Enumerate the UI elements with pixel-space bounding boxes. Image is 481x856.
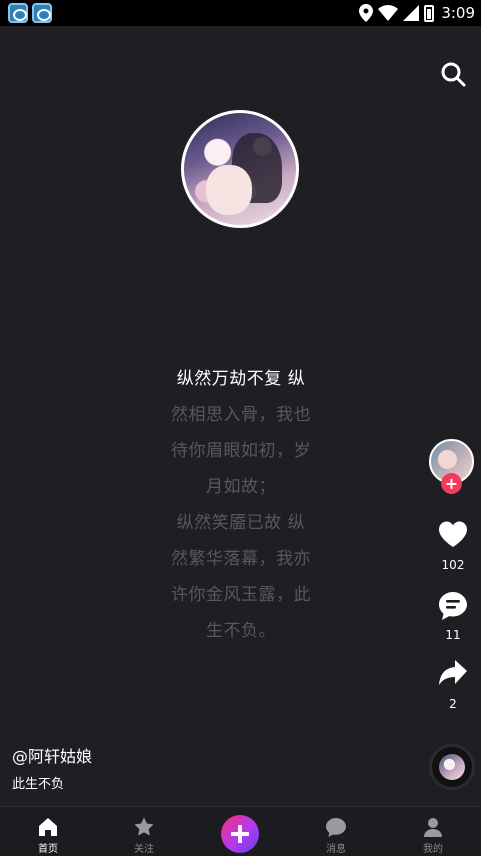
nav-follow[interactable]: 关注 [96, 807, 192, 856]
star-icon [134, 817, 154, 836]
nav-messages[interactable]: 消息 [288, 807, 384, 856]
lyric-line: 月如故； [206, 477, 276, 497]
lyric-line: 然繁华落幕，我亦 [171, 549, 311, 569]
lyric-line: 纵然笑靥已故 纵 [176, 513, 306, 533]
lyrics-panel: 纵然万劫不复 纵 然相思入骨，我也 待你眉眼如初，岁 月如故； 纵然笑靥已故 纵… [160, 361, 322, 649]
profile-icon [424, 818, 442, 837]
post-description: 此生不负 [12, 777, 65, 792]
nav-home[interactable]: 首页 [0, 807, 96, 856]
comment-count: 11 [445, 628, 461, 642]
nav-follow-label: 关注 [134, 844, 154, 855]
like-heart-icon[interactable] [437, 518, 469, 550]
like-count: 102 [441, 558, 465, 572]
comment-icon[interactable] [437, 590, 469, 622]
nav-messages-label: 消息 [326, 844, 346, 855]
nav-me[interactable]: 我的 [385, 807, 481, 856]
lyric-line: 然相思入骨，我也 [171, 405, 311, 425]
location-icon [359, 4, 374, 22]
create-plus-button[interactable] [221, 815, 259, 853]
lyric-line-current: 纵然万劫不复 纵 [176, 369, 306, 389]
share-count: 2 [449, 697, 457, 711]
search-icon[interactable] [440, 61, 466, 87]
follow-plus-button[interactable]: + [441, 473, 462, 494]
nav-me-label: 我的 [423, 844, 443, 855]
lyric-line: 待你眉眼如初，岁 [171, 441, 311, 461]
message-bubble-icon [326, 818, 346, 837]
signal-icon [403, 5, 420, 21]
share-icon[interactable] [437, 657, 469, 689]
nav-home-label: 首页 [38, 844, 58, 855]
app-notification-icon [32, 3, 52, 23]
home-icon [39, 818, 57, 836]
battery-icon [424, 4, 435, 22]
cover-artwork [181, 110, 299, 228]
music-disc[interactable] [429, 744, 475, 790]
wifi-icon [378, 5, 399, 21]
author-name[interactable]: @阿轩姑娘 [12, 743, 92, 767]
status-time: 3:09 [441, 4, 475, 22]
lyric-line: 生不负。 [206, 621, 276, 641]
lyric-line: 许你金风玉露，此 [171, 585, 311, 605]
app-notification-icon [8, 3, 28, 23]
status-bar: 3:09 [0, 0, 481, 26]
